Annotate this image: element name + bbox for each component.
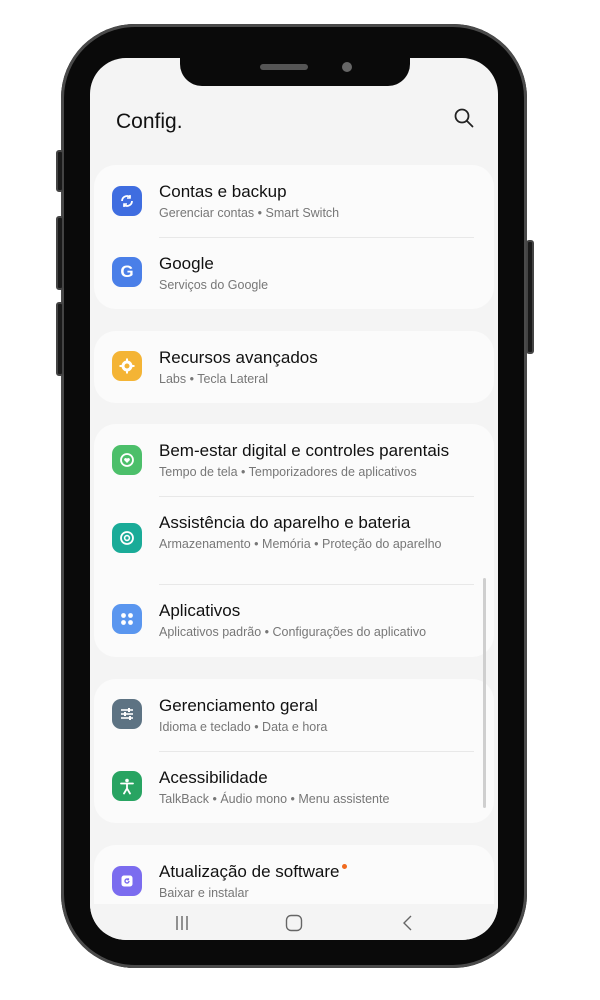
item-title: Google (159, 254, 214, 273)
menu-item-accounts-backup[interactable]: Contas e backup Gerenciar contas • Smart… (94, 165, 494, 235)
item-title: Acessibilidade (159, 768, 268, 787)
menu-item-device-care[interactable]: Assistência do aparelho e bateria Armaze… (94, 496, 494, 584)
item-subtitle: Armazenamento • Memória • Proteção do ap… (159, 537, 442, 551)
item-title: Aplicativos (159, 601, 241, 620)
item-subtitle: Idioma e teclado • Data e hora (159, 720, 328, 734)
menu-item-general-management[interactable]: Gerenciamento geral Idioma e teclado • D… (94, 679, 494, 749)
volume-up-button (56, 150, 64, 192)
item-title: Gerenciamento geral (159, 696, 318, 715)
heart-ring-icon (112, 445, 142, 475)
item-subtitle: Aplicativos padrão • Configurações do ap… (159, 625, 427, 639)
sliders-icon (112, 699, 142, 729)
item-subtitle: TalkBack • Áudio mono • Menu assistente (159, 792, 390, 806)
item-title: Recursos avançados (159, 348, 318, 367)
item-subtitle: Gerenciar contas • Smart Switch (159, 206, 340, 220)
settings-card-accounts: Contas e backup Gerenciar contas • Smart… (94, 165, 494, 309)
menu-item-advanced-features[interactable]: Recursos avançados Labs • Tecla Lateral (94, 331, 494, 401)
front-camera (342, 62, 352, 72)
menu-item-apps[interactable]: Aplicativos Aplicativos padrão • Configu… (94, 584, 494, 654)
settings-card-general: Gerenciamento geral Idioma e teclado • D… (94, 679, 494, 823)
apps-grid-icon (112, 604, 142, 634)
recent-apps-icon[interactable] (172, 914, 192, 932)
item-title: Assistência do aparelho e bateria (159, 513, 411, 532)
accessibility-icon (112, 771, 142, 801)
notch (180, 58, 410, 86)
item-title: Contas e backup (159, 182, 287, 201)
item-title: Atualização de software (159, 862, 347, 882)
item-subtitle: Serviços do Google (159, 278, 269, 292)
item-title: Bem-estar digital e controles parentais (159, 441, 450, 460)
new-badge (341, 864, 347, 869)
menu-item-google[interactable]: G Google Serviços do Google (94, 237, 494, 307)
navigation-bar (90, 904, 498, 940)
gear-plus-icon (112, 351, 142, 381)
update-icon (112, 866, 142, 896)
device-care-icon (112, 523, 142, 553)
power-button (526, 240, 534, 354)
item-subtitle: Baixar e instalar (159, 886, 249, 900)
earpiece-speaker (260, 64, 308, 70)
menu-item-accessibility[interactable]: Acessibilidade TalkBack • Áudio mono • M… (94, 751, 494, 821)
home-icon[interactable] (284, 914, 304, 932)
item-subtitle: Tempo de tela • Temporizadores de aplica… (159, 465, 417, 479)
settings-card-advanced: Recursos avançados Labs • Tecla Lateral (94, 331, 494, 403)
search-icon[interactable] (452, 106, 476, 130)
google-g-icon: G (112, 257, 142, 287)
scrollbar[interactable] (483, 578, 486, 808)
back-icon[interactable] (400, 914, 416, 932)
bixby-button (56, 302, 64, 376)
menu-item-digital-wellbeing[interactable]: Bem-estar digital e controles parentais … (94, 424, 494, 494)
sync-icon (112, 186, 142, 216)
screen: Config. Contas e backup Gerenciar contas… (90, 58, 498, 940)
page-title: Config. (116, 110, 183, 133)
item-subtitle: Labs • Tecla Lateral (159, 372, 269, 386)
item-title-text: Atualização de software (159, 862, 340, 881)
settings-card-wellbeing: Bem-estar digital e controles parentais … (94, 424, 494, 657)
volume-down-button (56, 216, 64, 290)
